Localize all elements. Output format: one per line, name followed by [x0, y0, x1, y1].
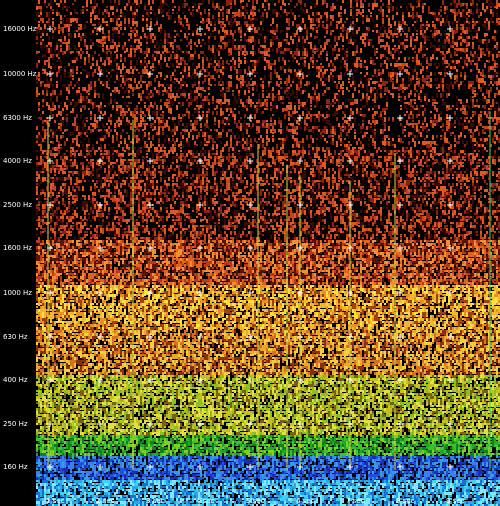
ytick-label: 250 Hz: [3, 420, 37, 428]
ytick-label: 1000 Hz: [3, 289, 37, 297]
xtick-label: 1 sec: [46, 497, 64, 505]
grid-marker: [197, 71, 203, 77]
ytick-label: 6300 Hz: [3, 114, 37, 122]
ytick-label: 400 Hz: [3, 376, 37, 384]
grid-marker: [247, 115, 253, 121]
ytick-label: 1600 Hz: [3, 244, 37, 252]
ytick-label: 10000 Hz: [3, 70, 37, 78]
xtick-label: 2 sec: [96, 497, 114, 505]
xtick-label: 9 sec: [446, 497, 464, 505]
xtick-label: 7 sec: [346, 497, 364, 505]
ytick-label: 4000 Hz: [3, 157, 37, 165]
ytick-label: 160 Hz: [3, 463, 37, 471]
ytick-label: 2500 Hz: [3, 201, 37, 209]
xtick-label: 3 sec: [146, 497, 164, 505]
spectrogram-plot: [0, 0, 500, 506]
grid-marker: [447, 71, 453, 77]
spectrogram: 16000 Hz 10000 Hz 6300 Hz 4000 Hz 2500 H…: [0, 0, 500, 506]
grid-marker: [147, 115, 153, 121]
grid-marker: [47, 71, 53, 77]
frequency-axis: 16000 Hz 10000 Hz 6300 Hz 4000 Hz 2500 H…: [0, 0, 36, 506]
ytick-label: 16000 Hz: [3, 25, 37, 33]
xtick-label: 8 sec: [396, 497, 414, 505]
spectrogram-texture: [36, 0, 500, 506]
xtick-label: 5 sec: [246, 497, 264, 505]
grid-marker: [397, 115, 403, 121]
xtick-label: 6 sec: [296, 497, 314, 505]
ytick-label: 630 Hz: [3, 333, 37, 341]
grid-marker: [97, 71, 103, 77]
xtick-label: 4 sec: [196, 497, 214, 505]
